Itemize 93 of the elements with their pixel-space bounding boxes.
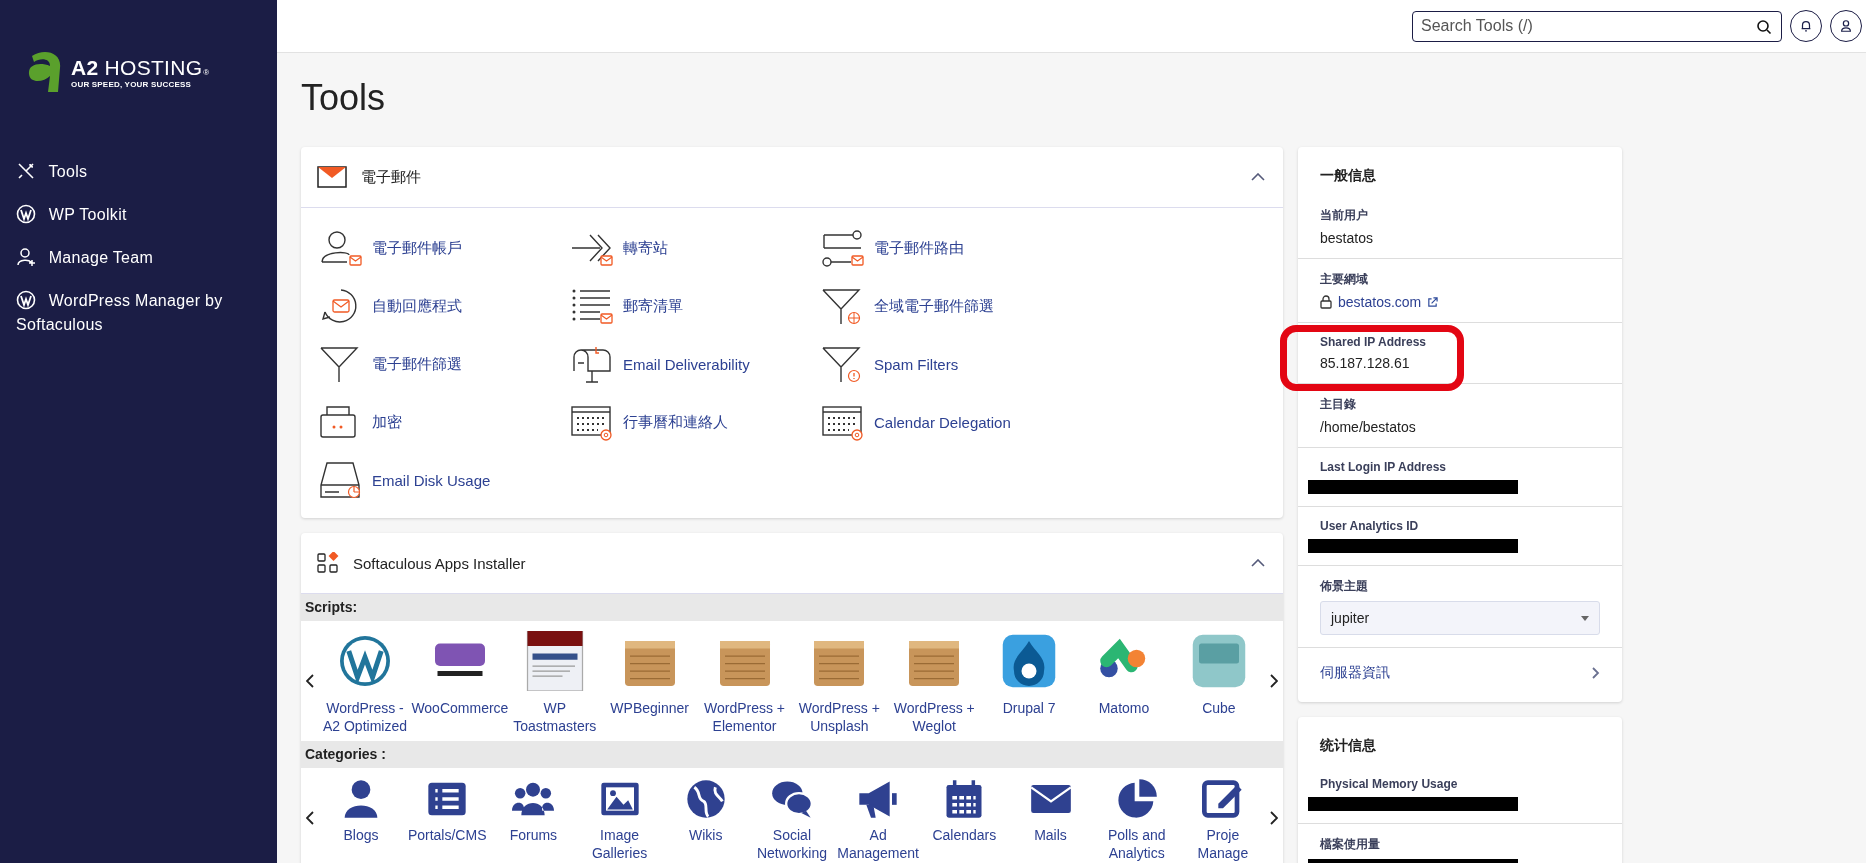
search-icon [1756,18,1772,35]
section-title: 電子郵件 [361,167,422,187]
email-tool-icon [319,229,363,267]
registered-mark: ® [203,67,210,77]
chevron-icon[interactable] [1251,559,1265,567]
notifications-button[interactable] [1790,10,1822,42]
card-title: 一般信息 [1319,166,1377,185]
field-label: Physical Memory Usage [1320,777,1459,791]
field-label: 主要網域 [1320,271,1369,288]
category-link[interactable]: Portals/CMS [405,778,490,862]
app-logo-icon [524,631,585,691]
tools-icon [16,161,36,181]
category-link[interactable]: Proje Manage [1180,778,1265,862]
tool-link[interactable]: 郵寄清單 [570,284,821,328]
sidebar-item[interactable]: Manage Team [16,246,261,270]
category-icon [1201,778,1244,820]
tool-link[interactable]: 電子郵件篩選 [319,342,570,386]
search-field[interactable]: Search Tools (/) [1412,10,1782,42]
email-tool-icon [821,229,865,267]
script-link[interactable]: WordPress - A2 Optimized [319,631,411,735]
script-link[interactable]: WordPress + Weglot [888,631,981,735]
user-button[interactable] [1830,10,1862,42]
script-link[interactable]: WPBeginner [603,631,696,735]
category-link[interactable]: Ad Management [836,778,921,862]
script-link[interactable]: Cube [1172,631,1265,735]
email-tool-icon [570,403,614,441]
field-label: Last Login IP Address [1320,460,1448,474]
category-icon [1115,778,1158,820]
tool-link[interactable]: 行事曆和連絡人 [570,400,821,444]
wordpress-icon [16,204,36,224]
script-link[interactable]: WordPress + Elementor [698,631,791,735]
category-link[interactable]: Wikis [663,778,748,862]
card-title: 统计信息 [1319,736,1377,755]
field-value: 85.187.128.61 [1320,355,1411,371]
user-icon [1839,19,1853,33]
tool-link[interactable]: 轉寄站 [570,226,821,270]
categories-heading: Categories : [301,741,1283,768]
sidebar-item[interactable]: WP Toolkit [16,203,261,227]
sidebar-item[interactable]: Tools [16,160,261,184]
field-value: /home/bestatos [1320,419,1417,435]
theme-select[interactable]: jupiter [1320,601,1600,635]
category-link[interactable]: Social Networking [749,778,834,862]
tool-link[interactable]: 電子郵件路由 [821,226,1072,270]
add-user-icon [16,247,36,267]
bell-icon [1799,19,1813,33]
dropdown-icon [1581,615,1589,621]
script-link[interactable]: WordPress + Unsplash [793,631,886,735]
brand-tagline: OUR SPEED, YOUR SUCCESS [71,79,193,89]
field-label: Shared IP Address [1320,335,1428,349]
category-link[interactable]: Mails [1008,778,1093,862]
tool-link[interactable]: Email Deliverability [570,342,821,386]
brand-name: A2 HOSTING [71,55,203,80]
email-tool-icon [319,461,363,499]
field-label: 檔案使用量 [1320,836,1381,853]
field-label: 主目錄 [1320,396,1357,413]
tool-link[interactable]: 電子郵件帳戶 [319,226,570,270]
tool-link[interactable]: Email Disk Usage [319,458,570,502]
tool-link[interactable]: 加密 [319,400,570,444]
tool-link[interactable]: 全域電子郵件篩選 [821,284,1072,328]
envelope-icon [317,166,347,188]
sidebar-item[interactable]: WordPress Manager by Softaculous [16,289,261,337]
script-link[interactable]: WooCommerce [413,631,506,735]
server-info-link[interactable]: 伺服器資訊 [1298,648,1622,696]
category-link[interactable]: Polls and Analytics [1094,778,1179,862]
page-title: Tools [301,77,387,119]
category-link[interactable]: Blogs [319,778,403,862]
scripts-heading: Scripts: [301,594,1283,621]
section-header[interactable]: 電子郵件 [301,147,1283,208]
category-link[interactable]: Image Galleries [577,778,662,862]
apps-grid-icon [317,552,339,574]
script-link[interactable]: Matomo [1078,631,1170,735]
field-label: User Analytics ID [1320,519,1420,533]
field-value: bestatos [1320,230,1374,246]
domain-link[interactable]: bestatos.com [1320,294,1600,310]
script-link[interactable]: Drupal 7 [983,631,1076,735]
tool-link[interactable]: Calendar Delegation [821,400,1072,444]
tool-link[interactable]: 自動回應程式 [319,284,570,328]
email-tool-icon [570,345,614,383]
email-tool-icon [821,403,865,441]
wordpress-icon [16,290,36,310]
tool-link[interactable]: Spam Filters [821,342,1072,386]
field-label: 佈景主題 [1320,578,1369,595]
email-tool-icon [570,287,614,325]
script-link[interactable]: WP Toastmasters [508,631,601,735]
field-label: 当前用户 [1320,207,1369,224]
category-link[interactable]: Calendars [922,778,1007,862]
section-title: Softaculous Apps Installer [353,554,527,572]
external-link-icon [1427,296,1439,308]
category-link[interactable]: Forums [491,778,576,862]
chevron-icon[interactable] [1251,173,1265,181]
lock-icon [1320,295,1332,309]
category-icon [684,778,727,820]
chevron-right-icon [1592,667,1600,679]
